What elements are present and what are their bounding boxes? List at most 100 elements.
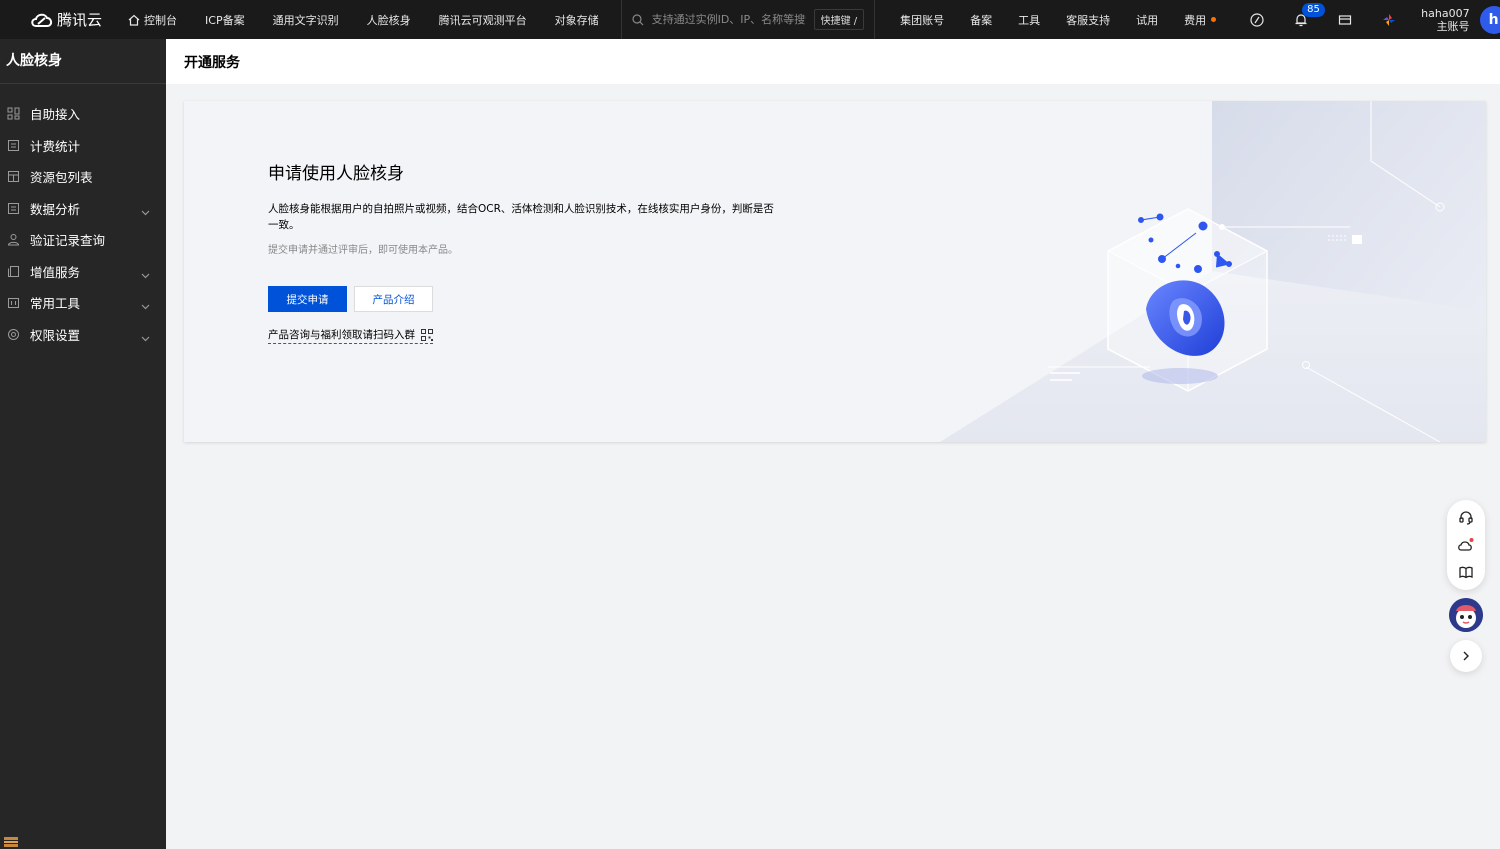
collapse-sidebar-icon[interactable] <box>4 837 18 847</box>
logo-text: 腾讯云 <box>57 11 103 29</box>
toolbox-icon <box>6 296 20 310</box>
sidebar-item-data-analysis[interactable]: 数据分析 <box>0 193 166 225</box>
chevron-down-icon <box>141 298 150 313</box>
search-shortcut-hint: 快捷键 / <box>813 9 865 30</box>
nav-label: 备案 <box>970 13 993 27</box>
package-icon <box>6 170 20 184</box>
nav-label: 通用文字识别 <box>272 13 339 27</box>
card-actions: 提交申请 产品介绍 <box>268 286 788 312</box>
top-navigation-bar: 腾讯云 控制台 ICP备案 通用文字识别 人脸核身 腾讯云可观测平台 对象存储 … <box>0 0 1500 39</box>
floating-toolbar <box>1447 500 1485 590</box>
nav-ocr[interactable]: 通用文字识别 <box>259 0 353 39</box>
expand-toolbar-chevron-right-icon[interactable] <box>1450 640 1482 672</box>
right-nav: 集团账号 备案 工具 客服支持 试用 费用 <box>887 0 1229 39</box>
nav-billing[interactable]: 费用 <box>1171 12 1229 28</box>
sidebar-item-label: 常用工具 <box>30 296 81 312</box>
sidebar-title: 人脸核身 <box>0 39 166 84</box>
nav-label: 控制台 <box>144 13 178 27</box>
nav-label: 费用 <box>1184 13 1207 27</box>
hamburger-menu-icon[interactable] <box>4 0 12 39</box>
document-icon <box>6 201 20 215</box>
service-activation-card: 申请使用人脸核身 人脸核身能根据用户的自拍照片或视频，结合OCR、活体检测和人脸… <box>184 101 1486 442</box>
search-icon <box>631 13 644 25</box>
nav-label: 客服支持 <box>1066 13 1111 27</box>
settings-icon <box>6 327 20 341</box>
nav-cos[interactable]: 对象存储 <box>541 0 613 39</box>
apps-colorful-icon[interactable] <box>1367 0 1411 39</box>
sidebar-item-label: 权限设置 <box>30 327 81 343</box>
chevron-down-icon <box>141 267 150 282</box>
top-nav: 控制台 ICP备案 通用文字识别 人脸核身 腾讯云可观测平台 对象存储 <box>122 0 613 39</box>
product-intro-button[interactable]: 产品介绍 <box>354 286 433 312</box>
nav-tools[interactable]: 工具 <box>1005 12 1053 28</box>
document-icon <box>6 138 20 152</box>
sidebar-item-value-added[interactable]: 增值服务 <box>0 256 166 288</box>
username: haha007 <box>1421 6 1470 20</box>
tencent-cloud-logo[interactable]: 腾讯云 <box>30 9 102 30</box>
sidebar-item-resource-packages[interactable]: 资源包列表 <box>0 161 166 193</box>
card-content: 申请使用人脸核身 人脸核身能根据用户的自拍照片或视频，结合OCR、活体检测和人脸… <box>268 159 788 344</box>
avatar[interactable]: h <box>1479 5 1500 34</box>
nav-label: 人脸核身 <box>366 13 411 27</box>
topbar-icons: 85 <box>1235 0 1411 39</box>
nav-faceid[interactable]: 人脸核身 <box>353 0 425 39</box>
sidebar-item-self-access[interactable]: 自助接入 <box>0 98 166 130</box>
nav-label: 试用 <box>1136 13 1159 27</box>
search-input[interactable] <box>651 13 806 26</box>
sidebar-item-label: 数据分析 <box>30 201 81 217</box>
account-type: 主账号 <box>1436 19 1470 33</box>
account-names: haha007 主账号 <box>1421 7 1469 33</box>
speed-icon[interactable] <box>1235 0 1279 39</box>
book-icon[interactable] <box>1455 561 1477 583</box>
chevron-down-icon <box>141 330 150 345</box>
page-header: 开通服务 <box>166 39 1500 84</box>
sidebar-item-billing-stats[interactable]: 计费统计 <box>0 130 166 162</box>
customer-service-headset-icon[interactable] <box>1455 507 1477 529</box>
copy-icon <box>6 264 20 278</box>
sidebar-item-label: 自助接入 <box>30 107 81 123</box>
sidebar-item-label: 计费统计 <box>30 138 81 154</box>
sidebar-item-permissions[interactable]: 权限设置 <box>0 319 166 351</box>
account-area[interactable]: haha007 主账号 h <box>1421 5 1500 34</box>
face-recognition-illustration <box>940 101 1486 442</box>
page-title: 开通服务 <box>184 54 240 71</box>
qr-consult-link[interactable]: 产品咨询与福利领取请扫码入群 <box>268 327 433 344</box>
nav-support[interactable]: 客服支持 <box>1053 12 1123 28</box>
cloud-logo-icon <box>31 13 53 27</box>
sidebar-item-verification-records[interactable]: 验证记录查询 <box>0 224 166 256</box>
nav-label: 集团账号 <box>900 13 945 27</box>
notification-bell-icon[interactable]: 85 <box>1279 0 1325 39</box>
card-heading: 申请使用人脸核身 <box>268 164 404 184</box>
sidebar: 人脸核身 自助接入 计费统计 资源包列表 数据分析 验证记录查询 增值服务 常用… <box>0 39 166 849</box>
qr-code-icon <box>421 328 433 341</box>
nav-label: ICP备案 <box>205 13 245 27</box>
nav-beian[interactable]: 备案 <box>957 12 1005 28</box>
nav-label: 腾讯云可观测平台 <box>438 13 527 27</box>
home-icon <box>128 14 140 26</box>
ai-assistant-mascot-icon[interactable] <box>1449 598 1483 632</box>
sidebar-menu: 自助接入 计费统计 资源包列表 数据分析 验证记录查询 增值服务 常用工具 权限… <box>0 98 166 350</box>
grid-icon <box>6 107 20 121</box>
billing-dot <box>1211 17 1217 22</box>
card-description: 人脸核身能根据用户的自拍照片或视频，结合OCR、活体检测和人脸识别技术，在线核实… <box>268 203 774 231</box>
nav-console[interactable]: 控制台 <box>122 0 191 39</box>
sidebar-item-label: 资源包列表 <box>30 170 93 186</box>
notification-count-badge: 85 <box>1302 3 1325 17</box>
chevron-down-icon <box>141 204 150 219</box>
nav-icp[interactable]: ICP备案 <box>191 0 259 39</box>
nav-group-account[interactable]: 集团账号 <box>887 12 957 28</box>
cloud-message-icon[interactable] <box>1455 534 1477 556</box>
tickets-icon[interactable] <box>1323 0 1367 39</box>
sidebar-item-label: 增值服务 <box>30 264 81 280</box>
global-search: 快捷键 / <box>620 0 876 39</box>
nav-label: 对象存储 <box>554 13 599 27</box>
submit-application-button[interactable]: 提交申请 <box>268 286 347 312</box>
nav-observability[interactable]: 腾讯云可观测平台 <box>425 0 541 39</box>
sidebar-item-common-tools[interactable]: 常用工具 <box>0 287 166 319</box>
sidebar-item-label: 验证记录查询 <box>30 233 106 249</box>
nav-trial[interactable]: 试用 <box>1123 12 1171 28</box>
card-note: 提交申请并通过评审后，即可使用本产品。 <box>268 245 458 256</box>
nav-label: 工具 <box>1018 13 1041 27</box>
user-icon <box>6 233 20 247</box>
main-content: 开通服务 申请使用人脸核身 人脸核身能根据用户的自拍照片或视频，结合OCR、活体… <box>166 39 1500 849</box>
